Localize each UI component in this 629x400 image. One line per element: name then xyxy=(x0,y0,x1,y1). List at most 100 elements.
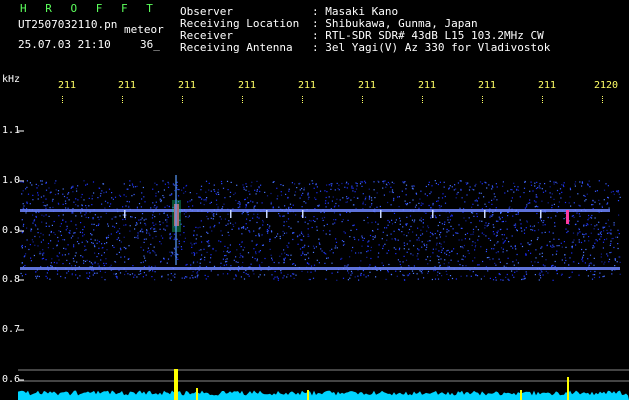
noise-speckle xyxy=(520,243,522,245)
noise-speckle xyxy=(138,203,141,205)
noise-speckle xyxy=(547,272,549,274)
noise-speckle xyxy=(33,254,35,257)
noise-speckle xyxy=(154,279,156,281)
noise-speckle xyxy=(331,248,333,250)
noise-speckle xyxy=(221,183,223,185)
noise-speckle xyxy=(41,214,43,216)
noise-speckle xyxy=(447,265,449,267)
noise-speckle xyxy=(564,254,566,256)
noise-speckle xyxy=(153,228,155,230)
noise-speckle xyxy=(356,228,358,231)
noise-speckle xyxy=(307,235,309,237)
noise-speckle xyxy=(617,247,619,250)
noise-speckle xyxy=(188,206,190,208)
noise-speckle xyxy=(335,202,337,205)
noise-speckle xyxy=(397,239,399,241)
noise-speckle xyxy=(582,260,584,262)
noise-speckle xyxy=(447,279,450,281)
noise-speckle xyxy=(555,181,557,183)
noise-speckle xyxy=(75,224,77,226)
noise-speckle xyxy=(35,183,37,185)
noise-speckle xyxy=(506,228,508,230)
noise-speckle xyxy=(606,229,608,231)
noise-speckle xyxy=(614,258,616,260)
noise-speckle xyxy=(424,193,426,195)
noise-speckle xyxy=(502,181,504,183)
noise-speckle xyxy=(523,232,526,234)
noise-speckle xyxy=(617,229,619,231)
noise-speckle xyxy=(120,249,122,251)
noise-speckle xyxy=(429,193,431,195)
noise-speckle xyxy=(80,196,82,198)
noise-speckle xyxy=(213,215,215,217)
noise-speckle xyxy=(461,197,463,199)
noise-speckle xyxy=(303,246,305,248)
noise-speckle xyxy=(368,188,370,190)
noise-speckle xyxy=(24,246,26,248)
noise-speckle xyxy=(200,189,202,191)
noise-speckle xyxy=(128,205,130,207)
noise-speckle xyxy=(225,259,227,261)
noise-speckle xyxy=(332,196,334,198)
noise-speckle xyxy=(199,265,201,267)
noise-speckle xyxy=(274,270,276,273)
noise-speckle xyxy=(436,244,438,246)
noise-speckle xyxy=(508,279,510,281)
noise-speckle xyxy=(546,244,548,247)
noise-speckle xyxy=(230,181,232,183)
noise-speckle xyxy=(205,200,207,202)
noise-speckle xyxy=(86,272,88,274)
noise-speckle xyxy=(363,237,365,239)
noise-speckle xyxy=(288,242,290,244)
noise-speckle xyxy=(394,221,396,223)
noise-speckle xyxy=(153,224,155,226)
noise-speckle xyxy=(222,206,224,208)
noise-speckle xyxy=(585,233,587,235)
noise-speckle xyxy=(212,214,214,216)
noise-speckle xyxy=(52,247,54,250)
noise-speckle xyxy=(476,213,478,215)
noise-speckle xyxy=(477,229,479,231)
noise-speckle xyxy=(440,246,442,248)
noise-speckle xyxy=(290,254,292,256)
noise-speckle xyxy=(446,273,448,275)
noise-speckle xyxy=(343,231,345,233)
noise-speckle xyxy=(596,240,598,242)
noise-speckle xyxy=(170,255,172,257)
noise-speckle xyxy=(558,245,560,247)
noise-speckle xyxy=(143,272,145,274)
noise-speckle xyxy=(144,222,146,225)
noise-speckle xyxy=(279,255,281,257)
noise-speckle xyxy=(219,216,221,218)
noise-speckle xyxy=(540,277,542,279)
noise-speckle xyxy=(329,230,331,232)
noise-speckle xyxy=(443,186,445,188)
noise-speckle xyxy=(415,204,417,206)
noise-speckle xyxy=(197,271,199,273)
noise-speckle xyxy=(138,273,140,275)
noise-speckle xyxy=(529,190,531,192)
noise-speckle xyxy=(436,242,438,244)
noise-speckle xyxy=(333,212,336,214)
noise-speckle xyxy=(48,234,50,236)
noise-speckle xyxy=(72,257,74,260)
noise-speckle xyxy=(603,239,606,241)
noise-speckle xyxy=(384,180,386,182)
noise-speckle xyxy=(66,197,68,199)
noise-speckle xyxy=(331,262,333,264)
noise-speckle xyxy=(21,247,23,249)
noise-speckle xyxy=(351,187,353,189)
noise-speckle xyxy=(177,246,179,248)
noise-speckle xyxy=(438,259,440,261)
noise-speckle xyxy=(523,192,525,194)
noise-speckle xyxy=(32,241,34,243)
noise-speckle xyxy=(386,239,388,241)
noise-speckle xyxy=(258,276,260,278)
noise-speckle xyxy=(504,192,506,194)
noise-speckle xyxy=(412,185,414,187)
noise-speckle xyxy=(242,261,244,264)
noise-speckle xyxy=(476,215,478,218)
noise-speckle xyxy=(202,226,205,228)
noise-speckle xyxy=(170,236,173,238)
noise-speckle xyxy=(378,252,380,254)
